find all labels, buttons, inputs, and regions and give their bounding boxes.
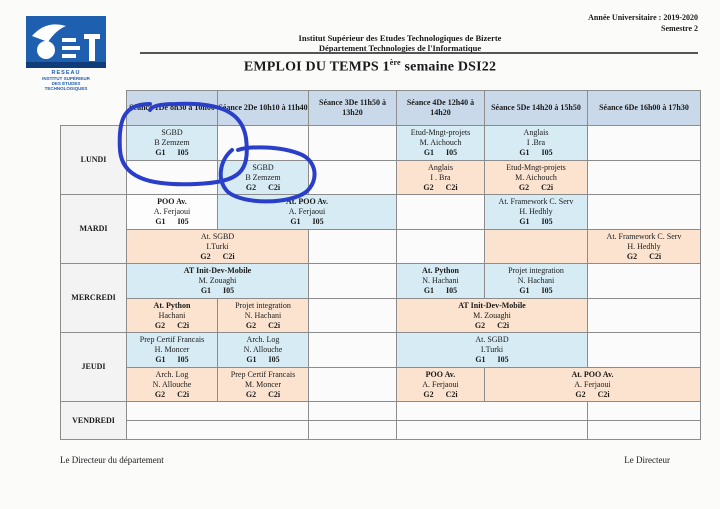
empty-cell xyxy=(126,401,309,421)
title-sup: ère xyxy=(389,58,401,67)
empty-cell xyxy=(396,401,588,421)
institute-name: Institut Supérieur des Etudes Technologi… xyxy=(298,33,502,43)
empty-cell xyxy=(308,367,397,402)
course-cell: Projet integration N. Hachani G2 C2i xyxy=(217,298,309,333)
course-cell: SGBD B Zemzem G2 C2i xyxy=(217,160,309,195)
table-row: JEUDI Prep Certif Francais H. Moncer G1 I05… xyxy=(60,332,701,402)
empty-cell xyxy=(308,420,397,440)
course-cell: Prep Certif Francais M. Moncer G2 C2i xyxy=(217,367,309,402)
day-label: MERCREDI xyxy=(60,263,127,333)
corner-cell xyxy=(61,91,127,126)
course-cell: At. Framework C. Serv H. Hedhly G1 I05 xyxy=(484,194,588,230)
course-cell: AT Init-Dev-Mobile M. Zouaghi G1 I05 xyxy=(126,263,309,299)
table-row: SGBD B Zemzem G2 C2i Anglais I . Bra G2 C2i Et… xyxy=(61,160,701,195)
session-header: Séance 4De 12h40 à 14h20 xyxy=(396,90,485,126)
title-suffix: semaine DSI22 xyxy=(400,59,497,75)
empty-cell xyxy=(308,401,397,421)
empty-cell xyxy=(396,194,485,230)
empty-cell xyxy=(126,160,218,195)
session-header: Séance 3De 11h50 à 13h20 xyxy=(308,90,397,126)
empty-cell xyxy=(126,420,309,440)
empty-cell xyxy=(587,263,701,299)
signature-dept-director: Le Directeur du département xyxy=(60,455,164,465)
table-row: MARDI POO Av. A. Ferjaoui G1 I05 At. POO Av… xyxy=(60,194,701,264)
table-row: Arch. Log N. Allouche G2 C2i Prep Certif Fr… xyxy=(61,367,701,402)
course-cell: Projet integration N. Hachani G1 I05 xyxy=(484,263,588,299)
signature-director: Le Directeur xyxy=(624,455,670,465)
table-row: At. Python Hachani G2 C2i Projet integratio… xyxy=(61,298,701,333)
course-cell: Prep Certif Francais H. Moncer G1 I05 xyxy=(126,332,218,368)
header-center: Institut Supérieur des Etudes Technologi… xyxy=(220,33,580,53)
course-cell: At. Python N. Hachani G1 I05 xyxy=(396,263,485,299)
header-rule xyxy=(140,52,698,54)
table-row: LUNDI SGBD B Zemzem G1 I05 Etud-Mngt-projet… xyxy=(60,125,701,195)
empty-cell xyxy=(587,298,701,333)
academic-year: Année Universitaire : 2019-2020 xyxy=(588,13,698,22)
course-cell: Etud-Mngt-projets M. Aichouch G2 C2i xyxy=(484,160,588,195)
day-label: JEUDI xyxy=(60,332,127,402)
course-cell: At. SGBD I.Turki G1 I05 xyxy=(396,332,588,368)
empty-cell xyxy=(308,298,397,333)
course-cell: POO Av. A. Ferjaoui G1 I05 xyxy=(126,194,218,230)
course-cell: Anglais I . Bra G2 C2i xyxy=(396,160,485,195)
course-cell: At. POO Av. A. Ferjaoui G2 C2i xyxy=(484,367,701,402)
course-cell: SGBD B Zemzem G1 I05 xyxy=(126,125,218,161)
title-prefix: EMPLOI DU TEMPS 1 xyxy=(243,59,390,75)
course-cell: AT Init-Dev-Mobile M. Zouaghi G2 C2i xyxy=(396,298,588,333)
day-label: LUNDI xyxy=(60,125,127,195)
table-row: VENDREDI xyxy=(60,401,701,440)
table-row xyxy=(61,420,701,440)
logo-caption: RESEAU INSTITUT SUPÉRIEUR DES ÉTUDES TEC… xyxy=(26,70,106,91)
course-cell: At. POO Av. A. Ferjaoui G1 I05 xyxy=(217,194,397,230)
page-title: EMPLOI DU TEMPS 1ère semaine DSI22 xyxy=(160,58,580,76)
table-row: MERCREDI AT Init-Dev-Mobile M. Zouaghi G1 I… xyxy=(60,263,701,333)
empty-cell xyxy=(396,420,588,440)
empty-cell xyxy=(587,194,701,230)
sessions-header-row: Séance 1De 8h30 à 10h00 Séance 2De 10h10… xyxy=(61,90,701,126)
course-cell: Etud-Mngt-projets M. Aichouch G1 I05 xyxy=(396,125,485,161)
empty-cell xyxy=(308,229,397,264)
empty-cell xyxy=(217,125,309,161)
empty-cell xyxy=(396,229,485,264)
empty-cell xyxy=(587,420,701,440)
empty-cell xyxy=(587,125,701,161)
table-row: At. SGBD I.Turki G2 C2i At. Framework C. Se… xyxy=(61,229,701,264)
session-header: Séance 1De 8h30 à 10h00 xyxy=(126,90,218,126)
course-cell: Arch. Log N. Allouche G2 C2i xyxy=(126,367,218,402)
course-cell: Anglais I .Bra G1 I05 xyxy=(484,125,588,161)
semester: Semestre 2 xyxy=(661,24,698,33)
empty-cell xyxy=(308,125,397,161)
header-right: Année Universitaire : 2019-2020 Semestre… xyxy=(588,12,698,34)
empty-cell xyxy=(308,332,397,368)
course-cell: POO Av. A. Ferjaoui G2 C2i xyxy=(396,367,485,402)
empty-cell xyxy=(308,160,397,195)
day-label: MARDI xyxy=(60,194,127,264)
empty-cell xyxy=(587,401,701,421)
empty-cell xyxy=(587,332,701,368)
course-cell: Arch. Log N. Allouche G1 I05 xyxy=(217,332,309,368)
course-cell: At. SGBD I.Turki G2 C2i xyxy=(126,229,309,264)
empty-cell xyxy=(484,229,588,264)
empty-cell xyxy=(587,160,701,195)
empty-cell xyxy=(308,263,397,299)
session-header: Séance 6De 16h00 à 17h30 xyxy=(587,90,701,126)
course-cell: At. Framework C. Serv H. Hedhly G2 C2i xyxy=(587,229,701,264)
timetable: Séance 1De 8h30 à 10h00 Séance 2De 10h10… xyxy=(60,90,701,440)
day-label: VENDREDI xyxy=(60,401,127,440)
session-header: Séance 5De 14h20 à 15h50 xyxy=(484,90,588,126)
session-header: Séance 2De 10h10 à 11h40 xyxy=(217,90,309,126)
course-cell: At. Python Hachani G2 C2i xyxy=(126,298,218,333)
